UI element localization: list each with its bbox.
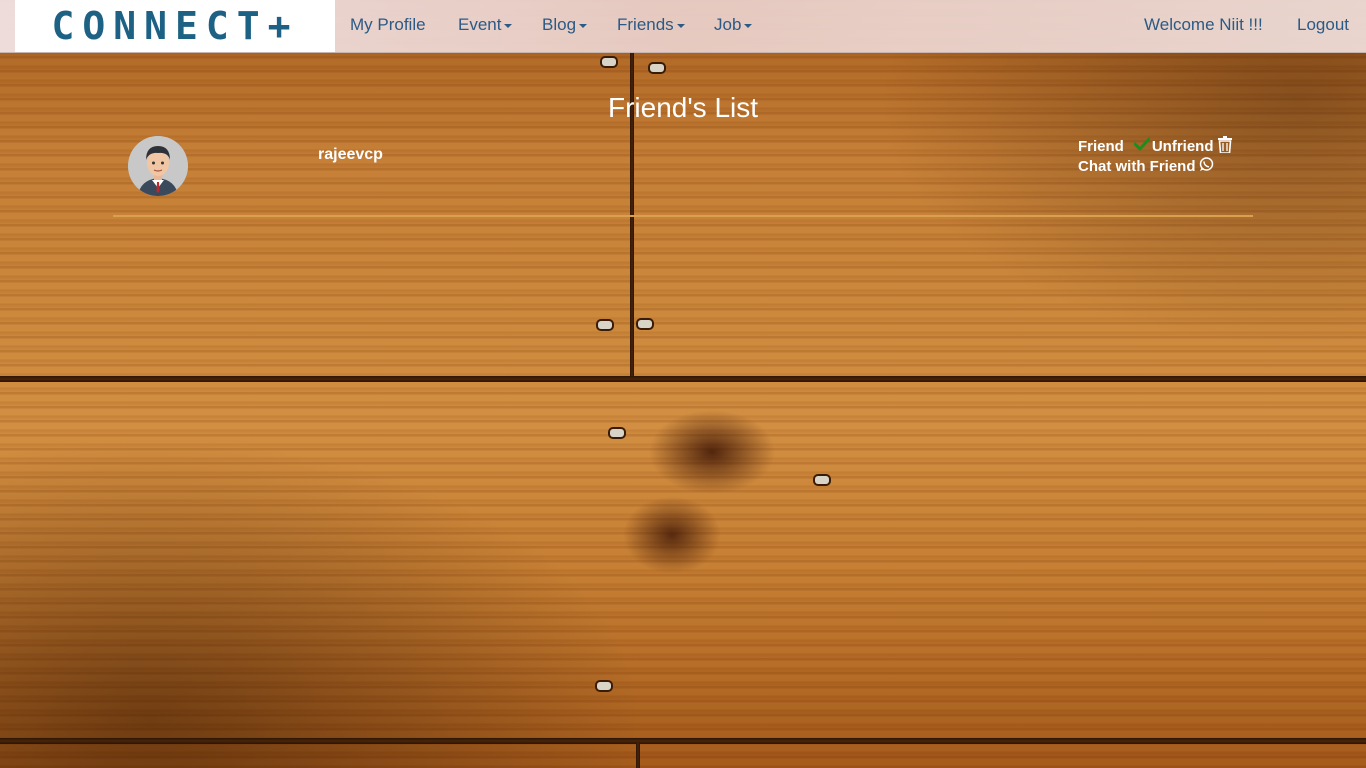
caret-down-icon	[744, 23, 753, 28]
wood-nail	[597, 682, 611, 690]
trash-icon[interactable]	[1217, 135, 1232, 159]
nav-event-dropdown[interactable]: Event	[458, 0, 513, 52]
friend-row-divider	[113, 215, 1253, 217]
nav-label: Job	[714, 15, 742, 34]
logout-link[interactable]: Logout	[1297, 0, 1349, 52]
whatsapp-icon[interactable]	[1199, 156, 1214, 178]
friend-status-row: Friend Unfriend	[1078, 135, 1232, 159]
nav-job-dropdown[interactable]: Job	[714, 0, 753, 52]
brand-logo[interactable]: CONNECT+	[15, 0, 335, 52]
page-title: Friend's List	[607, 92, 759, 123]
welcome-user-link[interactable]: Welcome Niit !!!	[1144, 0, 1263, 52]
wood-seam	[0, 376, 1366, 382]
nav-friends-dropdown[interactable]: Friends	[617, 0, 685, 52]
nav-label: My Profile	[350, 15, 426, 34]
nav-label: Friends	[617, 15, 674, 34]
caret-down-icon	[504, 23, 513, 28]
chat-with-friend-link[interactable]: Chat with Friend	[1078, 157, 1196, 177]
nav-label: Event	[458, 15, 502, 34]
wood-seam	[0, 738, 1366, 744]
nav-my-profile[interactable]: My Profile	[350, 0, 426, 52]
wood-nail	[602, 58, 616, 66]
check-icon	[1133, 137, 1151, 157]
wood-nail	[610, 429, 624, 437]
friend-status-label: Friend	[1078, 138, 1124, 155]
wood-seam	[636, 742, 640, 768]
unfriend-button[interactable]: Unfriend	[1152, 137, 1214, 157]
caret-down-icon	[579, 23, 588, 28]
wood-nail	[638, 320, 652, 328]
friend-name[interactable]: rajeevcp	[318, 146, 383, 164]
wood-nail	[598, 321, 612, 329]
chat-row[interactable]: Chat with Friend	[1078, 156, 1232, 178]
friend-avatar	[128, 136, 188, 196]
nav-label: Blog	[542, 15, 577, 34]
friend-actions: Friend Unfriend Chat with Friend	[1078, 135, 1232, 178]
wood-nail	[650, 64, 664, 72]
wood-nail	[815, 476, 829, 484]
caret-down-icon	[676, 23, 685, 28]
nav-blog-dropdown[interactable]: Blog	[542, 0, 588, 52]
top-navbar: CONNECT+ My Profile Event Blog Friends J…	[0, 0, 1366, 53]
